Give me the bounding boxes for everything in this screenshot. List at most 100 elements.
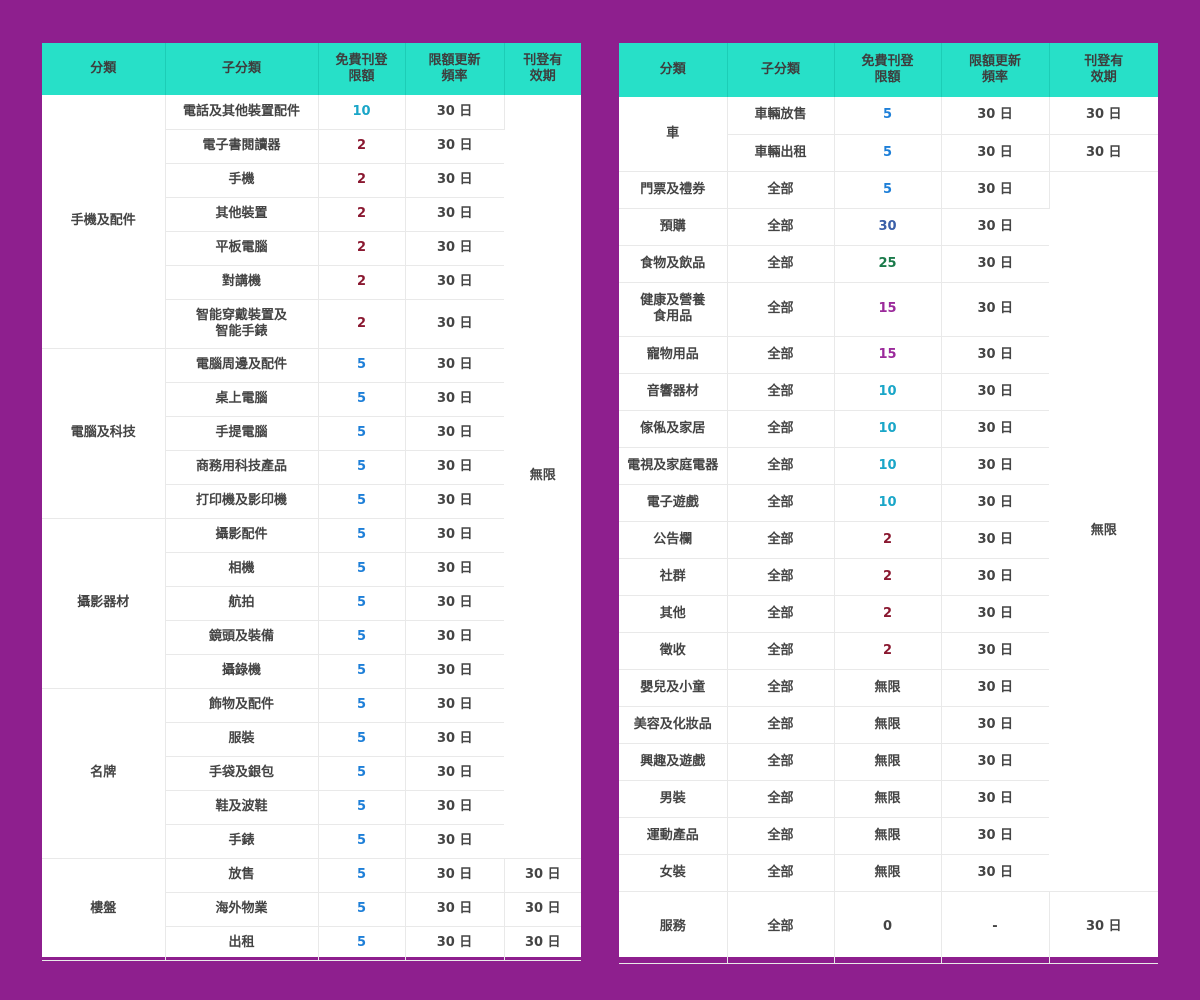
subcategory-cell: 桌上電腦 (165, 382, 319, 417)
category-cell: 男裝 (619, 780, 728, 818)
quota-cell: 無限 (834, 743, 942, 781)
category-cell: 服務 (619, 891, 728, 964)
subcategory-cell: 打印機及影印機 (165, 484, 319, 519)
frequency-cell: 30 日 (941, 171, 1050, 209)
header-listing-validity: 刊登有 效期 (504, 43, 581, 95)
subcategory-cell: 全部 (727, 208, 835, 246)
quota-cell: 2 (834, 558, 942, 596)
frequency-cell: 30 日 (941, 410, 1049, 448)
subcategory-cell: 全部 (727, 595, 835, 633)
validity-cell: 30 日 (504, 926, 581, 961)
quota-cell: 5 (834, 97, 942, 135)
category-cell: 美容及化妝品 (619, 706, 728, 744)
frequency-cell: - (941, 891, 1050, 964)
frequency-cell: 30 日 (405, 450, 504, 485)
subcategory-cell: 全部 (727, 245, 835, 283)
quota-cell: 無限 (834, 669, 942, 707)
frequency-cell: 30 日 (941, 373, 1049, 411)
frequency-cell: 30 日 (405, 382, 504, 417)
category-cell: 門票及禮券 (619, 171, 728, 209)
subcategory-cell: 全部 (727, 743, 835, 781)
quota-cell: 15 (834, 336, 942, 374)
frequency-cell: 30 日 (405, 95, 505, 130)
quota-cell: 2 (834, 595, 942, 633)
quota-cell: 無限 (834, 706, 942, 744)
quota-cell: 5 (318, 620, 406, 655)
quota-cell: 0 (834, 891, 942, 964)
subcategory-cell: 鏡頭及裝備 (165, 620, 319, 655)
frequency-cell: 30 日 (941, 282, 1049, 337)
subcategory-cell: 全部 (727, 171, 835, 209)
subcategory-cell: 服裝 (165, 722, 319, 757)
category-cell: 嬰兒及小童 (619, 669, 728, 707)
quota-cell: 10 (834, 373, 942, 411)
quota-cell: 2 (318, 129, 406, 164)
quota-cell: 10 (834, 447, 942, 485)
frequency-cell: 30 日 (941, 484, 1049, 522)
quota-cell: 5 (318, 688, 406, 723)
frequency-cell: 30 日 (405, 416, 504, 451)
frequency-cell: 30 日 (405, 129, 504, 164)
quota-cell: 15 (834, 282, 942, 337)
category-cell: 徵收 (619, 632, 728, 670)
category-cell: 名牌 (42, 688, 166, 859)
right-header-row: 分類 子分類 免費刊登 限額 限額更新 頻率 刊登有 效期 (619, 43, 1158, 97)
table-row: 門票及禮券 全部 5 30 日無限 (619, 171, 1158, 892)
frequency-cell: 30 日 (941, 595, 1049, 633)
category-cell: 傢俬及家居 (619, 410, 728, 448)
category-cell: 興趣及遊戲 (619, 743, 728, 781)
quota-cell: 5 (318, 722, 406, 757)
header-category: 分類 (619, 43, 728, 97)
subcategory-cell: 其他裝置 (165, 197, 319, 232)
quota-cell: 2 (834, 521, 942, 559)
table-row: 攝影器材 攝影配件 5 30 日 (42, 518, 581, 689)
quota-cell: 5 (318, 858, 406, 893)
frequency-cell: 30 日 (405, 265, 504, 300)
subcategory-cell: 手袋及銀包 (165, 756, 319, 791)
table-row: 電腦及科技 電腦周邊及配件 5 30 日 (42, 348, 581, 519)
frequency-cell: 30 日 (941, 632, 1049, 670)
quota-cell: 5 (318, 654, 406, 689)
category-cell: 車 (619, 97, 728, 172)
category-cell: 健康及營養 食用品 (619, 282, 728, 337)
frequency-cell: 30 日 (405, 163, 504, 198)
subcategory-cell: 全部 (727, 891, 835, 964)
frequency-cell: 30 日 (405, 926, 505, 961)
subcategory-cell: 全部 (727, 669, 835, 707)
quota-cell: 2 (318, 231, 406, 266)
subcategory-cell: 全部 (727, 282, 835, 337)
frequency-cell: 30 日 (941, 134, 1050, 172)
validity-cell: 30 日 (1049, 97, 1158, 135)
quota-cell: 5 (318, 756, 406, 791)
subcategory-cell: 全部 (727, 558, 835, 596)
quota-cell: 5 (318, 552, 406, 587)
category-cell: 女裝 (619, 854, 728, 892)
validity-cell: 30 日 (1049, 134, 1158, 172)
category-cell: 寵物用品 (619, 336, 728, 374)
quota-cell: 5 (318, 484, 406, 519)
subcategory-cell: 全部 (727, 706, 835, 744)
category-cell: 手機及配件 (42, 95, 166, 349)
category-cell: 預購 (619, 208, 728, 246)
frequency-cell: 30 日 (941, 336, 1049, 374)
quota-cell: 25 (834, 245, 942, 283)
quota-cell: 無限 (834, 854, 942, 892)
header-refresh-frequency: 限額更新 頻率 (405, 43, 505, 95)
quota-cell: 5 (318, 416, 406, 451)
subcategory-cell: 海外物業 (165, 892, 319, 927)
frequency-cell: 30 日 (941, 854, 1049, 892)
category-cell: 運動產品 (619, 817, 728, 855)
subcategory-cell: 手提電腦 (165, 416, 319, 451)
frequency-cell: 30 日 (405, 892, 505, 927)
quota-cell: 5 (834, 134, 942, 172)
quota-cell: 10 (834, 484, 942, 522)
quota-cell: 2 (834, 632, 942, 670)
validity-cell: 30 日 (504, 892, 581, 927)
validity-cell: 30 日 (504, 858, 581, 893)
header-category: 分類 (42, 43, 166, 95)
subcategory-cell: 放售 (165, 858, 319, 893)
quota-cell: 5 (318, 450, 406, 485)
subcategory-cell: 攝錄機 (165, 654, 319, 689)
quota-cell: 2 (318, 197, 406, 232)
subcategory-cell: 鞋及波鞋 (165, 790, 319, 825)
